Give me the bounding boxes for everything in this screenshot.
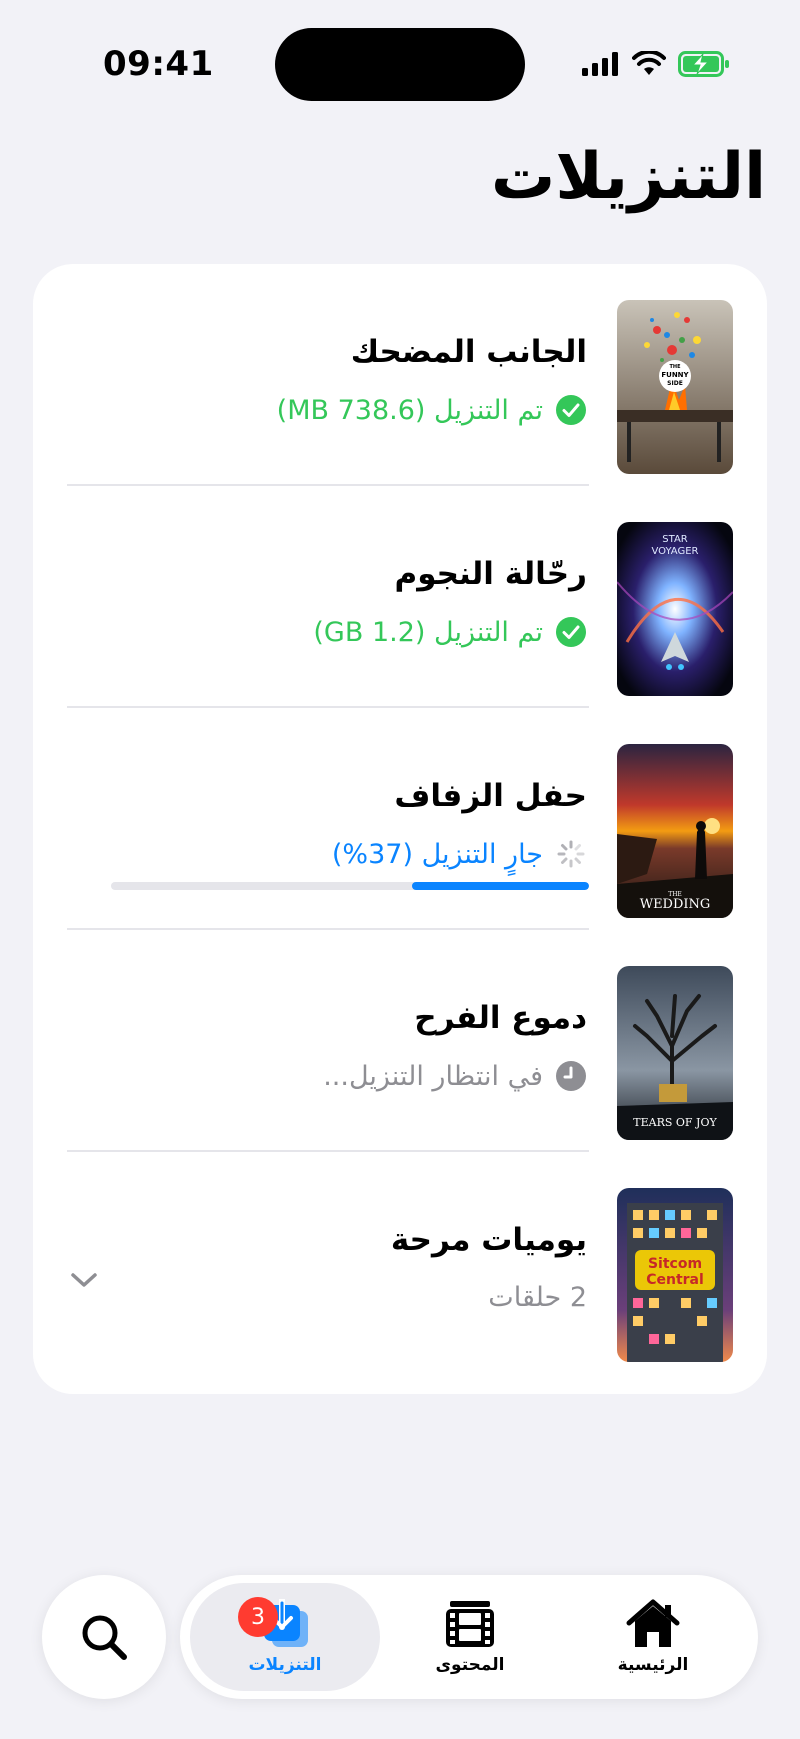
item-status-text: جارٍ التنزيل (37%): [331, 838, 543, 870]
downloads-badge: 3: [238, 1597, 278, 1637]
battery-charging-icon: [678, 51, 729, 77]
cellular-signal-icon: [582, 52, 618, 76]
item-status-text: تم التنزيل (1.2 GB): [313, 616, 543, 648]
wifi-icon: [632, 51, 666, 75]
item-status: 2 حلقات: [488, 1282, 587, 1313]
download-item[interactable]: TEARS OF JOY دموع الفرح في انتظار التنزي…: [33, 930, 767, 1152]
item-title: حفل الزفاف: [394, 778, 587, 814]
chevron-down-icon[interactable]: [69, 1265, 99, 1295]
svg-text:VOYAGER: VOYAGER: [651, 546, 698, 557]
search-button[interactable]: [42, 1575, 166, 1699]
tab-content[interactable]: المحتوى: [375, 1583, 565, 1691]
item-status: جارٍ التنزيل (37%): [332, 838, 587, 870]
download-progress-fill: [412, 882, 589, 890]
downloads-list: THE FUNNY SIDE الجانب المضحك تم التنزيل …: [33, 264, 767, 1394]
download-progress-bar: [111, 882, 589, 890]
search-icon: [82, 1615, 127, 1660]
item-title: رحّالة النجوم: [394, 556, 587, 592]
tab-home[interactable]: الرئيسية: [558, 1583, 748, 1691]
poster-thumbnail: THE FUNNY SIDE: [617, 300, 733, 474]
svg-text:SIDE: SIDE: [667, 380, 683, 387]
checkmark-circle-icon: [556, 395, 586, 425]
item-title: دموع الفرح: [414, 1000, 587, 1036]
download-item[interactable]: THE WEDDING حفل الزفاف جارٍ التنزيل (37%…: [33, 708, 767, 930]
svg-text:TEARS OF JOY: TEARS OF JOY: [633, 1116, 717, 1129]
svg-text:FUNNY: FUNNY: [661, 371, 689, 379]
svg-text:STAR: STAR: [662, 534, 688, 545]
tab-downloads[interactable]: 3 التنزيلات: [190, 1583, 380, 1691]
item-status-text: في انتظار التنزيل...: [323, 1060, 543, 1092]
item-status-text: تم التنزيل (738.6 MB): [276, 394, 543, 426]
film-icon: [446, 1601, 494, 1647]
item-status: في انتظار التنزيل...: [323, 1060, 587, 1092]
svg-text:Sitcom: Sitcom: [648, 1256, 702, 1272]
download-item[interactable]: THE FUNNY SIDE الجانب المضحك تم التنزيل …: [33, 264, 767, 486]
poster-thumbnail: Sitcom Central: [617, 1188, 733, 1362]
download-item-series[interactable]: Sitcom Central يوميات مرحة 2 حلقات: [33, 1152, 767, 1374]
status-icons: [582, 48, 730, 80]
svg-text:Central: Central: [646, 1272, 704, 1288]
poster-thumbnail: TEARS OF JOY: [617, 966, 733, 1140]
item-title: يوميات مرحة: [390, 1222, 587, 1258]
poster-thumbnail: STAR VOYAGER: [617, 522, 733, 696]
tab-label: التنزيلات: [248, 1655, 322, 1675]
download-item[interactable]: STAR VOYAGER رحّالة النجوم تم التنزيل (1…: [33, 486, 767, 708]
item-status: تم التنزيل (1.2 GB): [313, 616, 587, 648]
status-bar: 09:41: [0, 0, 800, 120]
item-title: الجانب المضحك: [350, 334, 587, 370]
home-icon: [626, 1599, 680, 1647]
loading-spinner-icon: [557, 840, 585, 868]
episode-count: 2 حلقات: [488, 1282, 587, 1313]
svg-text:THE: THE: [669, 364, 681, 370]
tab-label: المحتوى: [435, 1655, 505, 1675]
tab-bar: 3 التنزيلات المحتوى الرئيسية: [180, 1575, 758, 1699]
item-status: تم التنزيل (738.6 MB): [277, 394, 587, 426]
checkmark-circle-icon: [556, 617, 586, 647]
clock-icon: [556, 1061, 586, 1091]
status-time: 09:41: [103, 44, 214, 84]
tab-label: الرئيسية: [617, 1655, 689, 1675]
page-title: التنزيلات: [491, 140, 766, 214]
svg-text:WEDDING: WEDDING: [640, 897, 711, 912]
poster-thumbnail: THE WEDDING: [617, 744, 733, 918]
dynamic-island: [275, 28, 525, 101]
